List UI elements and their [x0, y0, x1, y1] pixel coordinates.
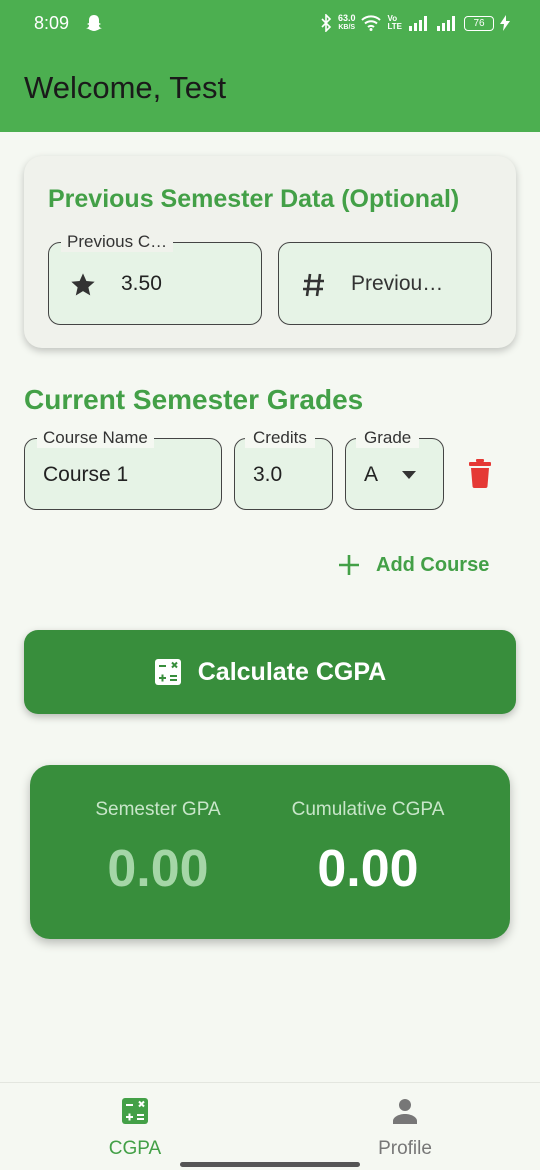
status-time: 8:09: [34, 13, 70, 33]
credits-label: Credits: [245, 428, 315, 448]
nav-label-profile: Profile: [378, 1138, 432, 1159]
snapchat-icon: [86, 15, 102, 31]
person-icon: [393, 1099, 417, 1124]
status-bar: 8:09 63.0 KB/S Vo LTE 76: [0, 0, 540, 46]
previous-cgpa-field[interactable]: Previous C… 3.50: [48, 232, 262, 325]
home-indicator[interactable]: [180, 1162, 360, 1167]
hash-icon: [303, 273, 324, 297]
previous-semester-card: Previous Semester Data (Optional) Previo…: [24, 156, 516, 348]
battery-level: 76: [473, 17, 485, 29]
nav-item-profile[interactable]: Profile: [335, 1097, 475, 1160]
previous-credits-field[interactable]: Previou…: [278, 242, 492, 325]
calculate-cgpa-label: Calculate CGPA: [197, 657, 387, 686]
dropdown-arrow-icon: [402, 471, 416, 479]
status-icons: 63.0 KB/S Vo LTE 76: [320, 10, 510, 36]
network-speed: 63.0 KB/S: [338, 14, 356, 32]
plus-icon: [339, 555, 359, 575]
signal-icon-2: [437, 16, 455, 31]
semester-gpa-label: Semester GPA: [95, 799, 221, 820]
semester-gpa-block: Semester GPA 0.00: [58, 799, 258, 899]
current-semester-title: Current Semester Grades: [24, 384, 364, 415]
calculator-icon: [154, 659, 181, 685]
results-card: Semester GPA 0.00 Cumulative CGPA 0.00: [30, 765, 510, 939]
delete-course-icon[interactable]: [468, 458, 492, 488]
speed-unit: KB/S: [338, 24, 356, 31]
credits-field[interactable]: Credits 3.0: [234, 428, 333, 510]
grade-label: Grade: [356, 428, 420, 448]
nav-label-cgpa: CGPA: [108, 1138, 162, 1159]
previous-cgpa-label: Previous C…: [61, 232, 174, 252]
app-bar: Welcome, Test: [0, 46, 540, 132]
signal-icon: [409, 16, 427, 31]
previous-credits-placeholder: Previou…: [351, 272, 444, 295]
star-icon: [71, 273, 95, 296]
battery-indicator: 76: [464, 15, 494, 31]
bottom-navigation: CGPA Profile: [0, 1082, 540, 1170]
cumulative-cgpa-value: 0.00: [317, 840, 419, 898]
page-title: Welcome, Test: [24, 70, 227, 105]
grade-value: A: [364, 463, 379, 486]
cumulative-cgpa-block: Cumulative CGPA 0.00: [268, 799, 468, 899]
bluetooth-icon: [321, 14, 332, 32]
add-course-label: Add Course: [376, 553, 490, 576]
cumulative-cgpa-label: Cumulative CGPA: [291, 799, 445, 820]
nav-item-cgpa[interactable]: CGPA: [65, 1097, 205, 1160]
previous-semester-title: Previous Semester Data (Optional): [48, 185, 460, 213]
course-name-label: Course Name: [37, 428, 154, 448]
previous-cgpa-value: 3.50: [121, 272, 162, 295]
calculator-icon: [122, 1098, 148, 1124]
calculate-cgpa-button[interactable]: Calculate CGPA: [24, 630, 516, 714]
course-name-value: Course 1: [43, 463, 129, 486]
wifi-icon: [361, 15, 382, 31]
volte-badge: Vo LTE: [387, 14, 402, 31]
speed-value: 63.0: [337, 13, 356, 23]
add-course-button[interactable]: Add Course: [338, 550, 489, 580]
semester-gpa-value: 0.00: [107, 840, 209, 898]
credits-value: 3.0: [253, 463, 283, 486]
grade-select[interactable]: Grade A: [345, 428, 444, 510]
course-name-field[interactable]: Course Name Course 1: [24, 428, 222, 510]
charging-icon: [500, 15, 510, 31]
